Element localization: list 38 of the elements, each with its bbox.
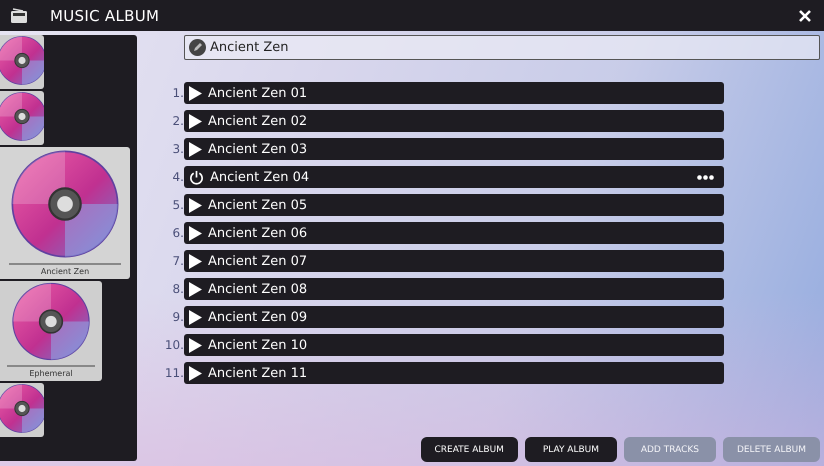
- album-name-field[interactable]: Ancient Zen: [184, 35, 820, 60]
- track-item[interactable]: Ancient Zen 01: [184, 82, 724, 104]
- track-item[interactable]: Ancient Zen 09: [184, 306, 724, 328]
- track-number: 5.: [172, 198, 184, 212]
- more-icon[interactable]: [697, 174, 714, 180]
- track-item[interactable]: Ancient Zen 05: [184, 194, 724, 216]
- track-item[interactable]: Ancient Zen 07: [184, 250, 724, 272]
- track-number: 4.: [172, 170, 184, 184]
- radio-icon: [10, 8, 28, 24]
- album-label: Ancient Zen: [40, 266, 90, 276]
- disc-icon: [9, 148, 121, 260]
- track-number: 2.: [172, 114, 184, 128]
- track-number: 10.: [164, 338, 184, 352]
- album-cover[interactable]: [0, 91, 44, 145]
- window-title: MUSIC ALBUM: [50, 6, 160, 24]
- track-item[interactable]: Ancient Zen 02: [184, 110, 724, 132]
- track-number: 9.: [172, 310, 184, 324]
- album-cover[interactable]: Ancient Zen: [0, 147, 130, 279]
- close-icon[interactable]: [798, 8, 812, 22]
- track-item[interactable]: Ancient Zen 10: [184, 334, 724, 356]
- track-number: 8.: [172, 282, 184, 296]
- track-number: 6.: [172, 226, 184, 240]
- album-cover[interactable]: [0, 383, 44, 437]
- pencil-icon: [189, 39, 206, 56]
- action-button[interactable]: PLAY ALBUM: [524, 437, 617, 462]
- track-item[interactable]: Ancient Zen 06: [184, 222, 724, 244]
- track-number: 3.: [172, 142, 184, 156]
- track-number: 11.: [164, 366, 184, 380]
- track-number: 1.: [172, 86, 184, 100]
- track-item[interactable]: Ancient Zen 04: [184, 166, 724, 188]
- album-label: Ephemeral: [29, 369, 73, 378]
- album-cover[interactable]: [0, 35, 44, 89]
- track-item[interactable]: Ancient Zen 11: [184, 362, 724, 384]
- album-cover[interactable]: Ephemeral: [0, 281, 102, 381]
- action-button[interactable]: CREATE ALBUM: [420, 437, 518, 462]
- track-item[interactable]: Ancient Zen 03: [184, 138, 724, 160]
- track-item[interactable]: Ancient Zen 08: [184, 278, 724, 300]
- track-number: 7.: [172, 254, 184, 268]
